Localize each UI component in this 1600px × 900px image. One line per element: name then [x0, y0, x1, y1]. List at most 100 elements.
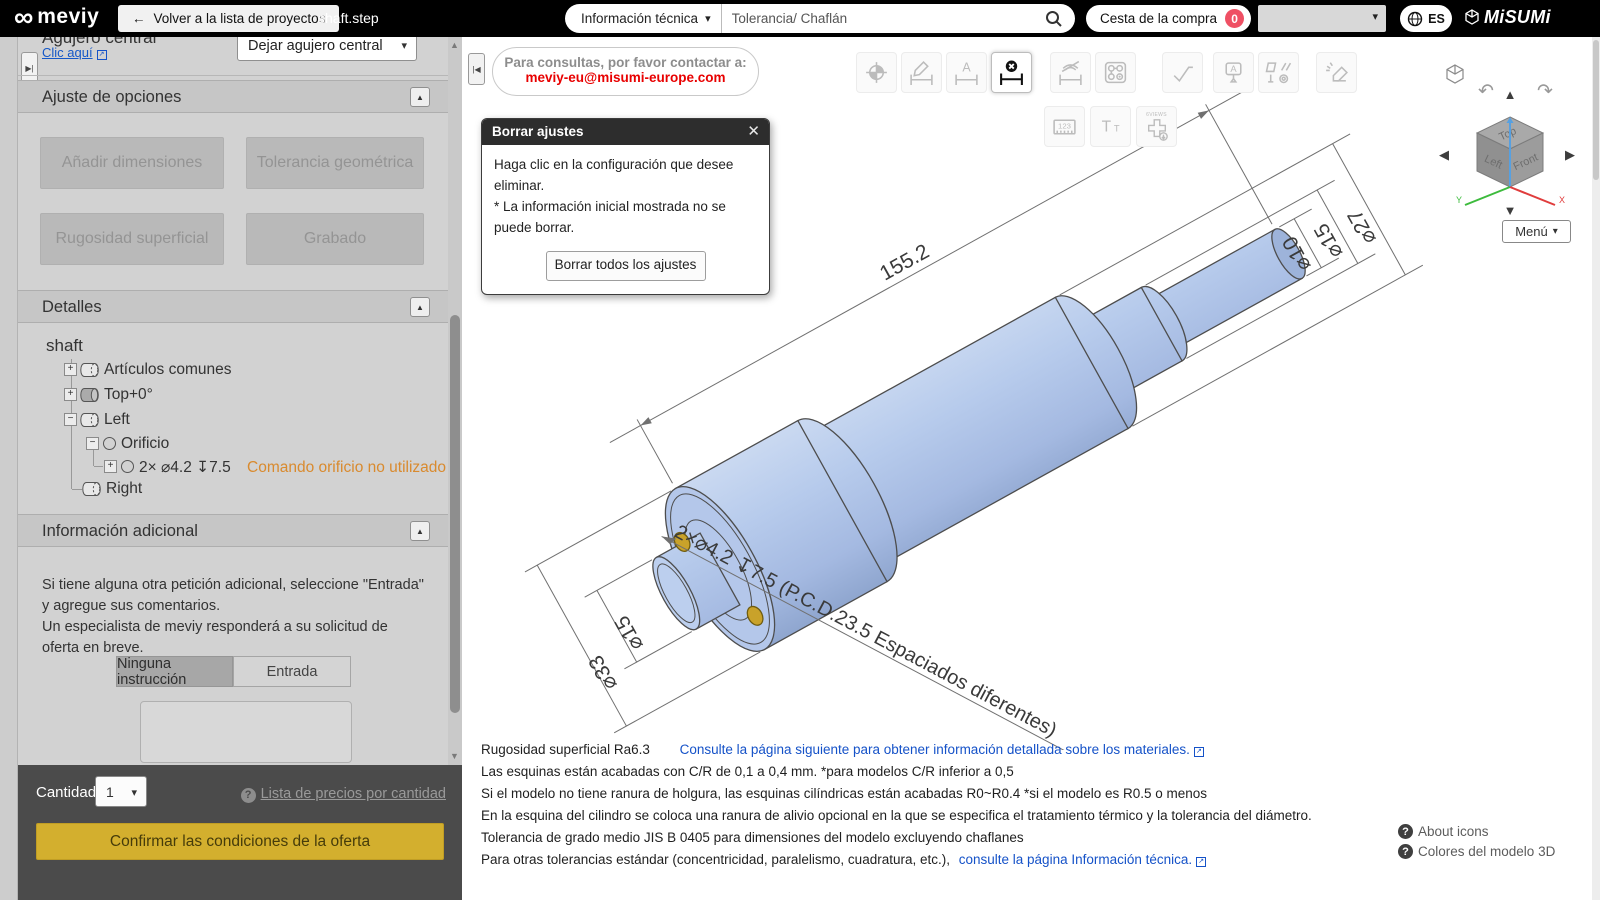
- scroll-down-icon[interactable]: ▼: [450, 751, 459, 761]
- collapse-button[interactable]: ▲: [410, 87, 430, 107]
- viewer-collapse-handle[interactable]: |◀: [468, 53, 485, 85]
- model-colors-link[interactable]: ? Colores del modelo 3D: [1398, 844, 1555, 859]
- page-scrollbar-thumb[interactable]: [1593, 40, 1599, 180]
- file-tab[interactable]: shaft.step: [318, 10, 379, 26]
- rotate-ccw-icon[interactable]: ↶: [1478, 81, 1494, 102]
- no-instruction-toggle[interactable]: Ninguna instrucción: [116, 656, 233, 688]
- collapse-button[interactable]: ▲: [410, 521, 430, 541]
- rotate-cw-icon[interactable]: ↷: [1537, 81, 1553, 102]
- tree-item-hole-command[interactable]: 2× ⌀4.2 ↧7.5 Comando orificio no utiliza…: [139, 458, 446, 477]
- about-icons-link[interactable]: ? About icons: [1398, 824, 1555, 839]
- tree-item-right[interactable]: Right: [106, 480, 142, 498]
- label-annotation-button[interactable]: A: [1213, 52, 1254, 93]
- tree-expander[interactable]: −: [64, 413, 77, 426]
- clear-all-settings-button[interactable]: Borrar todos los ajustes: [545, 250, 706, 281]
- additional-info-section-header[interactable]: Información adicional ▲: [18, 514, 448, 547]
- tree-item-articulos-comunes[interactable]: Artículos comunes: [104, 361, 232, 379]
- tree-item-left[interactable]: Left: [104, 411, 130, 429]
- datum-target-button[interactable]: [856, 52, 897, 93]
- delete-dimension-button[interactable]: [991, 52, 1032, 93]
- tree-item-orificio[interactable]: Orificio: [121, 435, 169, 453]
- six-views-button[interactable]: 6VIEWS: [1136, 106, 1177, 147]
- back-to-projects-button[interactable]: ← Volver a la lista de proyectos: [118, 5, 340, 32]
- view-cube-widget[interactable]: ↶ ↷ ▲ ◀ ▶ ▼ Top Left Front Y X: [1425, 55, 1590, 217]
- popup-body: Haga clic en la configuración que desee …: [482, 145, 769, 281]
- language-button[interactable]: ES: [1400, 5, 1452, 32]
- geometric-tolerance-toolbar-button[interactable]: [1258, 52, 1299, 93]
- cart-button[interactable]: Cesta de la compra 0: [1086, 5, 1252, 32]
- viewcube-menu-button[interactable]: Menú ▾: [1502, 220, 1571, 243]
- hole-circle-icon: [103, 437, 116, 450]
- surface-roughness-button[interactable]: Rugosidad superficial: [40, 213, 224, 265]
- tree-item-top[interactable]: Top+0°: [104, 386, 153, 404]
- tree-expander[interactable]: −: [86, 437, 99, 450]
- additional-info-description: Si tiene alguna otra petición adicional,…: [42, 575, 424, 659]
- quantity-value: 1: [106, 784, 114, 800]
- note-line: Rugosidad superficial Ra6.3 Consulte la …: [481, 742, 1491, 757]
- comments-textarea[interactable]: [140, 701, 352, 763]
- close-icon[interactable]: ✕: [747, 119, 760, 145]
- view-up-arrow[interactable]: ▲: [1504, 87, 1517, 102]
- quantity-select[interactable]: 1 ▾: [95, 776, 147, 807]
- sidebar-edge-strip: [0, 37, 18, 900]
- text-size-button[interactable]: T T: [1090, 106, 1131, 147]
- view-left-arrow[interactable]: ◀: [1439, 147, 1449, 162]
- engraving-button[interactable]: Grabado: [246, 213, 424, 265]
- back-button-label: Volver a la lista de proyectos: [153, 11, 326, 26]
- collapse-button[interactable]: ▲: [410, 297, 430, 317]
- numeric-dimension-button[interactable]: 123: [1044, 106, 1085, 147]
- search-input[interactable]: [721, 11, 1045, 26]
- chevron-down-icon: ▾: [401, 40, 407, 52]
- tree-root-shaft[interactable]: shaft: [46, 336, 83, 356]
- options-section-header[interactable]: Ajuste de opciones ▲: [18, 80, 448, 113]
- add-dimensions-button[interactable]: Añadir dimensiones: [40, 137, 224, 189]
- tree-connector: [94, 466, 103, 467]
- search-category-select[interactable]: Información técnica ▾: [565, 4, 722, 33]
- model-notes: Rugosidad superficial Ra6.3 Consulte la …: [481, 742, 1491, 874]
- view-down-arrow[interactable]: ▼: [1504, 203, 1517, 217]
- contact-email[interactable]: meviy-eu@misumi-europe.com: [493, 70, 758, 85]
- minus-icon: −: [67, 413, 74, 424]
- popup-header[interactable]: Borrar ajustes ✕: [482, 119, 769, 145]
- panel-left-icon: |◀: [472, 64, 481, 74]
- tree-expander[interactable]: +: [64, 388, 77, 401]
- cylinder-icon: [80, 388, 99, 402]
- axis-x-label: X: [1559, 195, 1565, 205]
- search-icon[interactable]: [1045, 10, 1063, 28]
- details-section-header[interactable]: Detalles ▲: [18, 290, 448, 323]
- center-hole-help-link[interactable]: Clic aquí ↗: [42, 44, 107, 62]
- technical-info-link[interactable]: consulte la página Información técnica. ↗: [959, 852, 1207, 867]
- hide-dimension-button[interactable]: [1050, 52, 1091, 93]
- sidebar-scrollbar-thumb[interactable]: [450, 315, 460, 713]
- view-right-arrow[interactable]: ▶: [1565, 147, 1575, 162]
- menu-label: Menú: [1515, 224, 1548, 239]
- back-arrow-icon: ←: [132, 11, 146, 26]
- note-line: En la esquina del cilindro se coloca una…: [481, 808, 1312, 823]
- confirm-quote-button[interactable]: Confirmar las condiciones de la oferta: [36, 823, 444, 860]
- mini-cube-icon[interactable]: [1446, 64, 1464, 84]
- materials-info-link[interactable]: Consulte la página siguiente para obtene…: [680, 742, 1204, 757]
- top-dropdown[interactable]: ▾: [1258, 5, 1386, 32]
- dim-d15-head: ⌀15: [610, 612, 648, 655]
- scroll-up-icon[interactable]: ▲: [450, 40, 459, 50]
- svg-text:A: A: [962, 60, 971, 74]
- popup-text-1: Haga clic en la configuración que desee …: [494, 157, 734, 193]
- eraser-button[interactable]: [1316, 52, 1357, 93]
- external-link-icon: ↗: [96, 50, 107, 60]
- description-line-1: Si tiene alguna otra petición adicional,…: [42, 577, 424, 615]
- geometric-tolerance-button[interactable]: Tolerancia geométrica: [246, 137, 424, 189]
- meviy-logo[interactable]: ∞ meviy: [14, 4, 99, 31]
- edit-dimension-button[interactable]: [901, 52, 942, 93]
- external-link-icon: ↗: [1196, 857, 1207, 867]
- hole-group-button[interactable]: [1095, 52, 1136, 93]
- search-bar: Información técnica ▾: [565, 4, 1075, 33]
- entry-toggle[interactable]: Entrada: [233, 656, 351, 687]
- price-list-link[interactable]: ? Lista de precios por cantidad: [240, 786, 446, 803]
- surface-finish-button[interactable]: [1162, 52, 1203, 93]
- chevron-down-icon: ▾: [705, 13, 711, 25]
- text-dimension-button[interactable]: A: [946, 52, 987, 93]
- cart-label: Cesta de la compra: [1100, 11, 1218, 26]
- tree-expander[interactable]: +: [104, 460, 117, 473]
- tree-expander[interactable]: +: [64, 363, 77, 376]
- misumi-logo[interactable]: MiSUMi: [1464, 7, 1551, 28]
